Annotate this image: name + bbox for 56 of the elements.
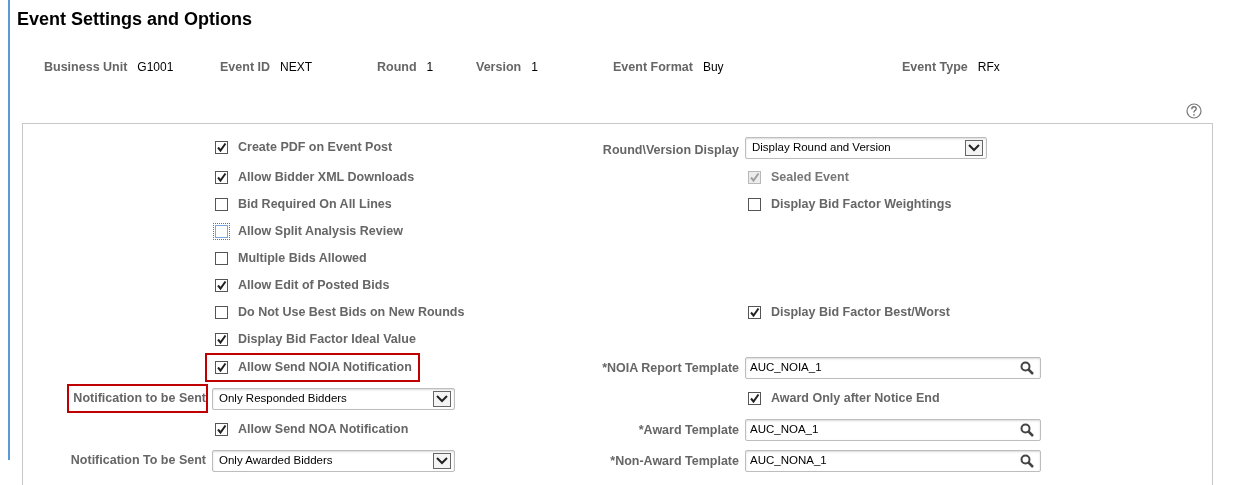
field-value: NEXT bbox=[280, 59, 313, 76]
field-value: Buy bbox=[702, 59, 724, 76]
search-icon[interactable] bbox=[1020, 360, 1034, 375]
field-label: Event Type bbox=[902, 59, 968, 76]
checkbox-label: Bid Required On All Lines bbox=[238, 196, 392, 213]
checkbox[interactable] bbox=[215, 332, 228, 346]
field-value: 1 bbox=[426, 59, 434, 76]
field-label: *NOIA Report Template bbox=[602, 360, 739, 378]
checkbox-label: Allow Bidder XML Downloads bbox=[238, 169, 415, 186]
checkbox[interactable] bbox=[215, 224, 228, 238]
field-value: RFx bbox=[977, 59, 1000, 76]
checkbox-label: Display Bid Factor Ideal Value bbox=[238, 331, 416, 348]
lookup-field[interactable]: AUC_NONA_1 bbox=[745, 449, 1041, 472]
field-label: Notification To be Sent bbox=[70, 452, 206, 470]
checkbox-label: Allow Edit of Posted Bids bbox=[238, 277, 390, 294]
checkbox-label: Award Only after Notice End bbox=[771, 390, 940, 408]
lookup-field[interactable]: AUC_NOA_1 bbox=[745, 418, 1041, 441]
checkbox-label: Allow Split Analysis Review bbox=[238, 223, 403, 240]
search-icon[interactable] bbox=[1020, 453, 1034, 468]
field-label: Event Format bbox=[613, 59, 693, 76]
checkbox[interactable] bbox=[215, 141, 228, 154]
checkbox-label: Create PDF on Event Post bbox=[238, 139, 393, 157]
search-icon[interactable] bbox=[1020, 422, 1034, 437]
field-label: Round bbox=[377, 59, 417, 76]
field-value: G1001 bbox=[137, 59, 174, 76]
dropdown[interactable]: Only Responded Bidders bbox=[212, 387, 455, 410]
checkbox[interactable] bbox=[215, 251, 228, 265]
field-label: *Non-Award Template bbox=[610, 453, 739, 471]
field-label: Event ID bbox=[220, 59, 270, 76]
checkbox-label: Allow Send NOA Notification bbox=[238, 421, 409, 439]
field-label: Version bbox=[476, 59, 522, 76]
field-label: Notification to be Sent bbox=[73, 390, 206, 408]
checkbox[interactable] bbox=[215, 170, 228, 184]
checkbox[interactable] bbox=[748, 392, 761, 405]
page-title: Event Settings and Options bbox=[17, 8, 254, 30]
checkbox[interactable] bbox=[215, 361, 228, 374]
checkbox[interactable] bbox=[215, 197, 228, 211]
field-label: Round\Version Display bbox=[602, 142, 739, 160]
checkbox-label: Display Bid Factor Best/Worst bbox=[771, 304, 950, 321]
checkbox-label: Allow Send NOIA Notification bbox=[238, 359, 412, 377]
checkbox-label: Sealed Event bbox=[771, 169, 849, 186]
field-label: *Award Template bbox=[638, 422, 739, 440]
dropdown[interactable]: Only Awarded Bidders bbox=[212, 449, 455, 472]
checkbox[interactable] bbox=[215, 423, 228, 436]
checkbox[interactable] bbox=[215, 305, 228, 319]
dropdown[interactable]: Display Round and Version bbox=[745, 136, 987, 159]
checkbox-label: Multiple Bids Allowed bbox=[238, 250, 367, 267]
checkbox[interactable] bbox=[748, 305, 761, 319]
field-value: 1 bbox=[531, 59, 538, 76]
checkbox-label: Display Bid Factor Weightings bbox=[771, 196, 952, 213]
lookup-field[interactable]: AUC_NOIA_1 bbox=[745, 356, 1041, 379]
help-icon[interactable] bbox=[1186, 103, 1202, 119]
checkbox[interactable] bbox=[748, 197, 761, 211]
checkbox[interactable] bbox=[215, 278, 228, 292]
field-label: Business Unit bbox=[44, 59, 128, 76]
checkbox-label: Do Not Use Best Bids on New Rounds bbox=[238, 304, 465, 321]
